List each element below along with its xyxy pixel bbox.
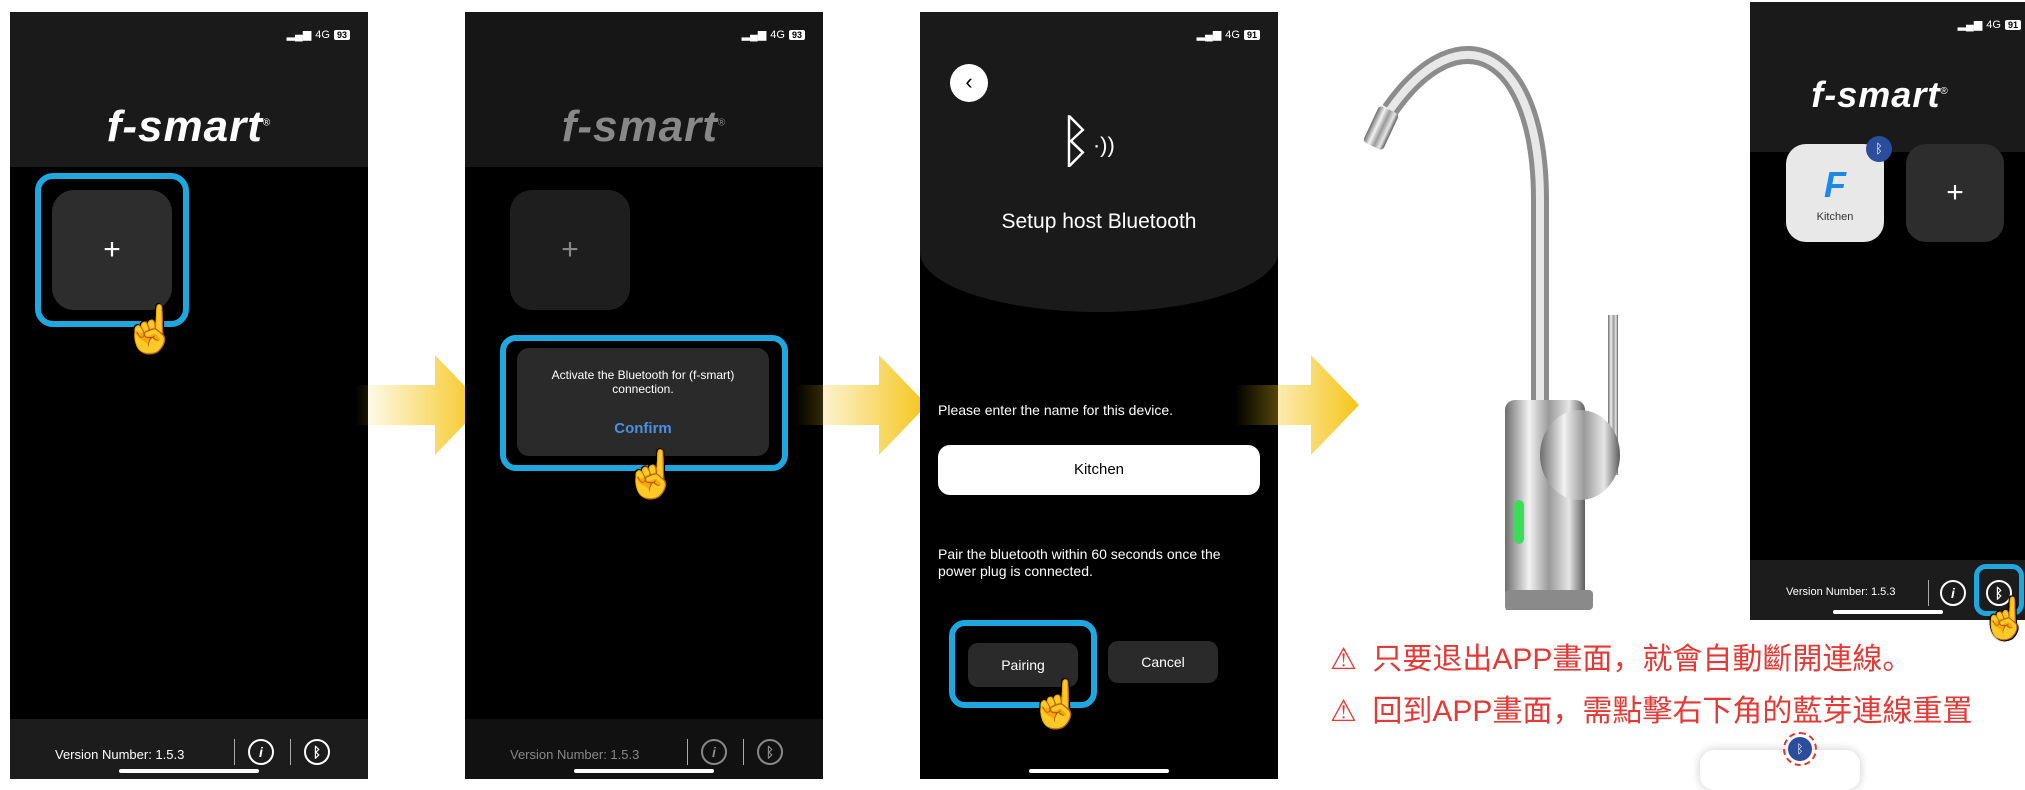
phone-screen-home-empty: ▂▄▆ 4G 93 f-smart® + ☝ Version Number: 1… <box>10 12 368 779</box>
battery-level: 91 <box>2004 19 2021 30</box>
divider <box>290 739 291 765</box>
signal-icon: ▂▄▆ <box>1196 29 1222 41</box>
signal-icon: ▂▄▆ <box>741 29 767 41</box>
chevron-left-icon: ‹ <box>965 69 973 94</box>
app-logo: f-smart® <box>1811 74 1949 115</box>
bluetooth-icon: ᛒ <box>1788 737 1812 761</box>
bluetooth-badge-callout: ᛒ <box>1783 732 1817 766</box>
bluetooth-reset-icon[interactable]: ᛒ <box>304 739 330 765</box>
info-icon[interactable]: i <box>1940 580 1966 606</box>
warning-icon: ⚠ <box>1330 695 1357 728</box>
hand-pointer-icon: ☝ <box>1980 597 2025 641</box>
smart-faucet-image <box>1363 46 1620 610</box>
network-label: 4G <box>1225 28 1240 41</box>
phone-screen-setup-bluetooth: ▂▄▆ 4G 91 ‹ ᛒ·)) Setup host Bluetooth Pl… <box>920 12 1278 779</box>
warning-text: 回到APP畫面，需點擊右下角的藍芽連線重置 <box>1372 695 1973 728</box>
phone-screen-home-paired: ▂▄▆ 4G 91 f-smart® F Kitchen ᛒ + Version… <box>1750 2 2025 620</box>
warning-line-1: ⚠ 只要退出APP畫面，就會自動斷開連線。 <box>1330 634 1912 678</box>
divider <box>743 739 744 765</box>
app-logo: f-smart® <box>561 102 727 151</box>
status-bar: ▂▄▆ 4G 93 <box>742 28 805 41</box>
divider <box>687 739 688 765</box>
home-indicator <box>1029 769 1169 773</box>
signal-icon: ▂▄▆ <box>286 29 312 41</box>
device-label: Kitchen <box>1816 211 1854 223</box>
cancel-button[interactable]: Cancel <box>1108 641 1218 683</box>
version-number: Version Number: 1.5.3 <box>55 747 185 762</box>
status-bar: ▂▄▆ 4G 91 <box>1197 28 1260 41</box>
name-prompt: Please enter the name for this device. <box>938 402 1174 418</box>
hand-pointer-icon: ☝ <box>1028 678 1086 730</box>
device-tile-kitchen[interactable]: F Kitchen ᛒ <box>1786 136 1892 242</box>
home-indicator <box>574 769 714 773</box>
hand-pointer-icon: ☝ <box>122 303 180 355</box>
info-icon[interactable]: i <box>701 739 727 765</box>
phone-screen-activate-bluetooth: ▂▄▆ 4G 93 f-smart® + Activate the Blueto… <box>465 12 823 779</box>
status-bar: ▂▄▆ 4G 93 <box>287 28 350 41</box>
next-step-arrow <box>795 355 927 455</box>
home-indicator <box>1832 610 1943 614</box>
bluetooth-reset-icon[interactable]: ᛒ <box>757 739 783 765</box>
f-smart-device-icon: F <box>1824 164 1846 205</box>
page-title: Setup host Bluetooth <box>1001 210 1197 233</box>
network-label: 4G <box>770 28 785 41</box>
battery-level: 93 <box>333 29 350 40</box>
back-button[interactable]: ‹ <box>950 64 988 102</box>
version-number: Version Number: 1.5.3 <box>1786 586 1896 598</box>
network-label: 4G <box>315 28 330 41</box>
version-number: Version Number: 1.5.3 <box>510 747 640 762</box>
warning-text: 只要退出APP畫面，就會自動斷開連線。 <box>1372 643 1913 676</box>
device-name-field[interactable]: Kitchen <box>938 445 1260 495</box>
warning-line-2: ⚠ 回到APP畫面，需點擊右下角的藍芽連線重置 <box>1330 686 1972 730</box>
home-indicator <box>119 769 259 773</box>
divider <box>234 739 235 765</box>
app-logo: f-smart® <box>106 102 272 151</box>
footer-bar: Version Number: 1.5.3 i ᛒ <box>465 719 823 779</box>
battery-level: 93 <box>788 29 805 40</box>
status-bar: ▂▄▆ 4G 91 <box>1958 18 2021 31</box>
battery-level: 91 <box>1243 29 1260 40</box>
network-label: 4G <box>1986 18 2001 31</box>
pairing-hint: Pair the bluetooth within 60 seconds onc… <box>938 546 1221 579</box>
add-device-button[interactable]: + <box>510 190 630 310</box>
hand-pointer-icon: ☝ <box>623 448 681 500</box>
device-card-fragment <box>1700 750 1860 790</box>
info-icon[interactable]: i <box>248 739 274 765</box>
next-step-arrow <box>355 355 483 455</box>
warning-icon: ⚠ <box>1330 643 1357 676</box>
divider <box>1928 580 1929 606</box>
bluetooth-icon: ᛒ·)) <box>1058 109 1115 174</box>
signal-icon: ▂▄▆ <box>1957 19 1983 31</box>
bluetooth-connected-badge-icon: ᛒ <box>1866 136 1892 162</box>
footer-bar: Version Number: 1.5.3 i ᛒ <box>10 719 368 779</box>
add-device-button[interactable]: + <box>1906 144 2004 242</box>
